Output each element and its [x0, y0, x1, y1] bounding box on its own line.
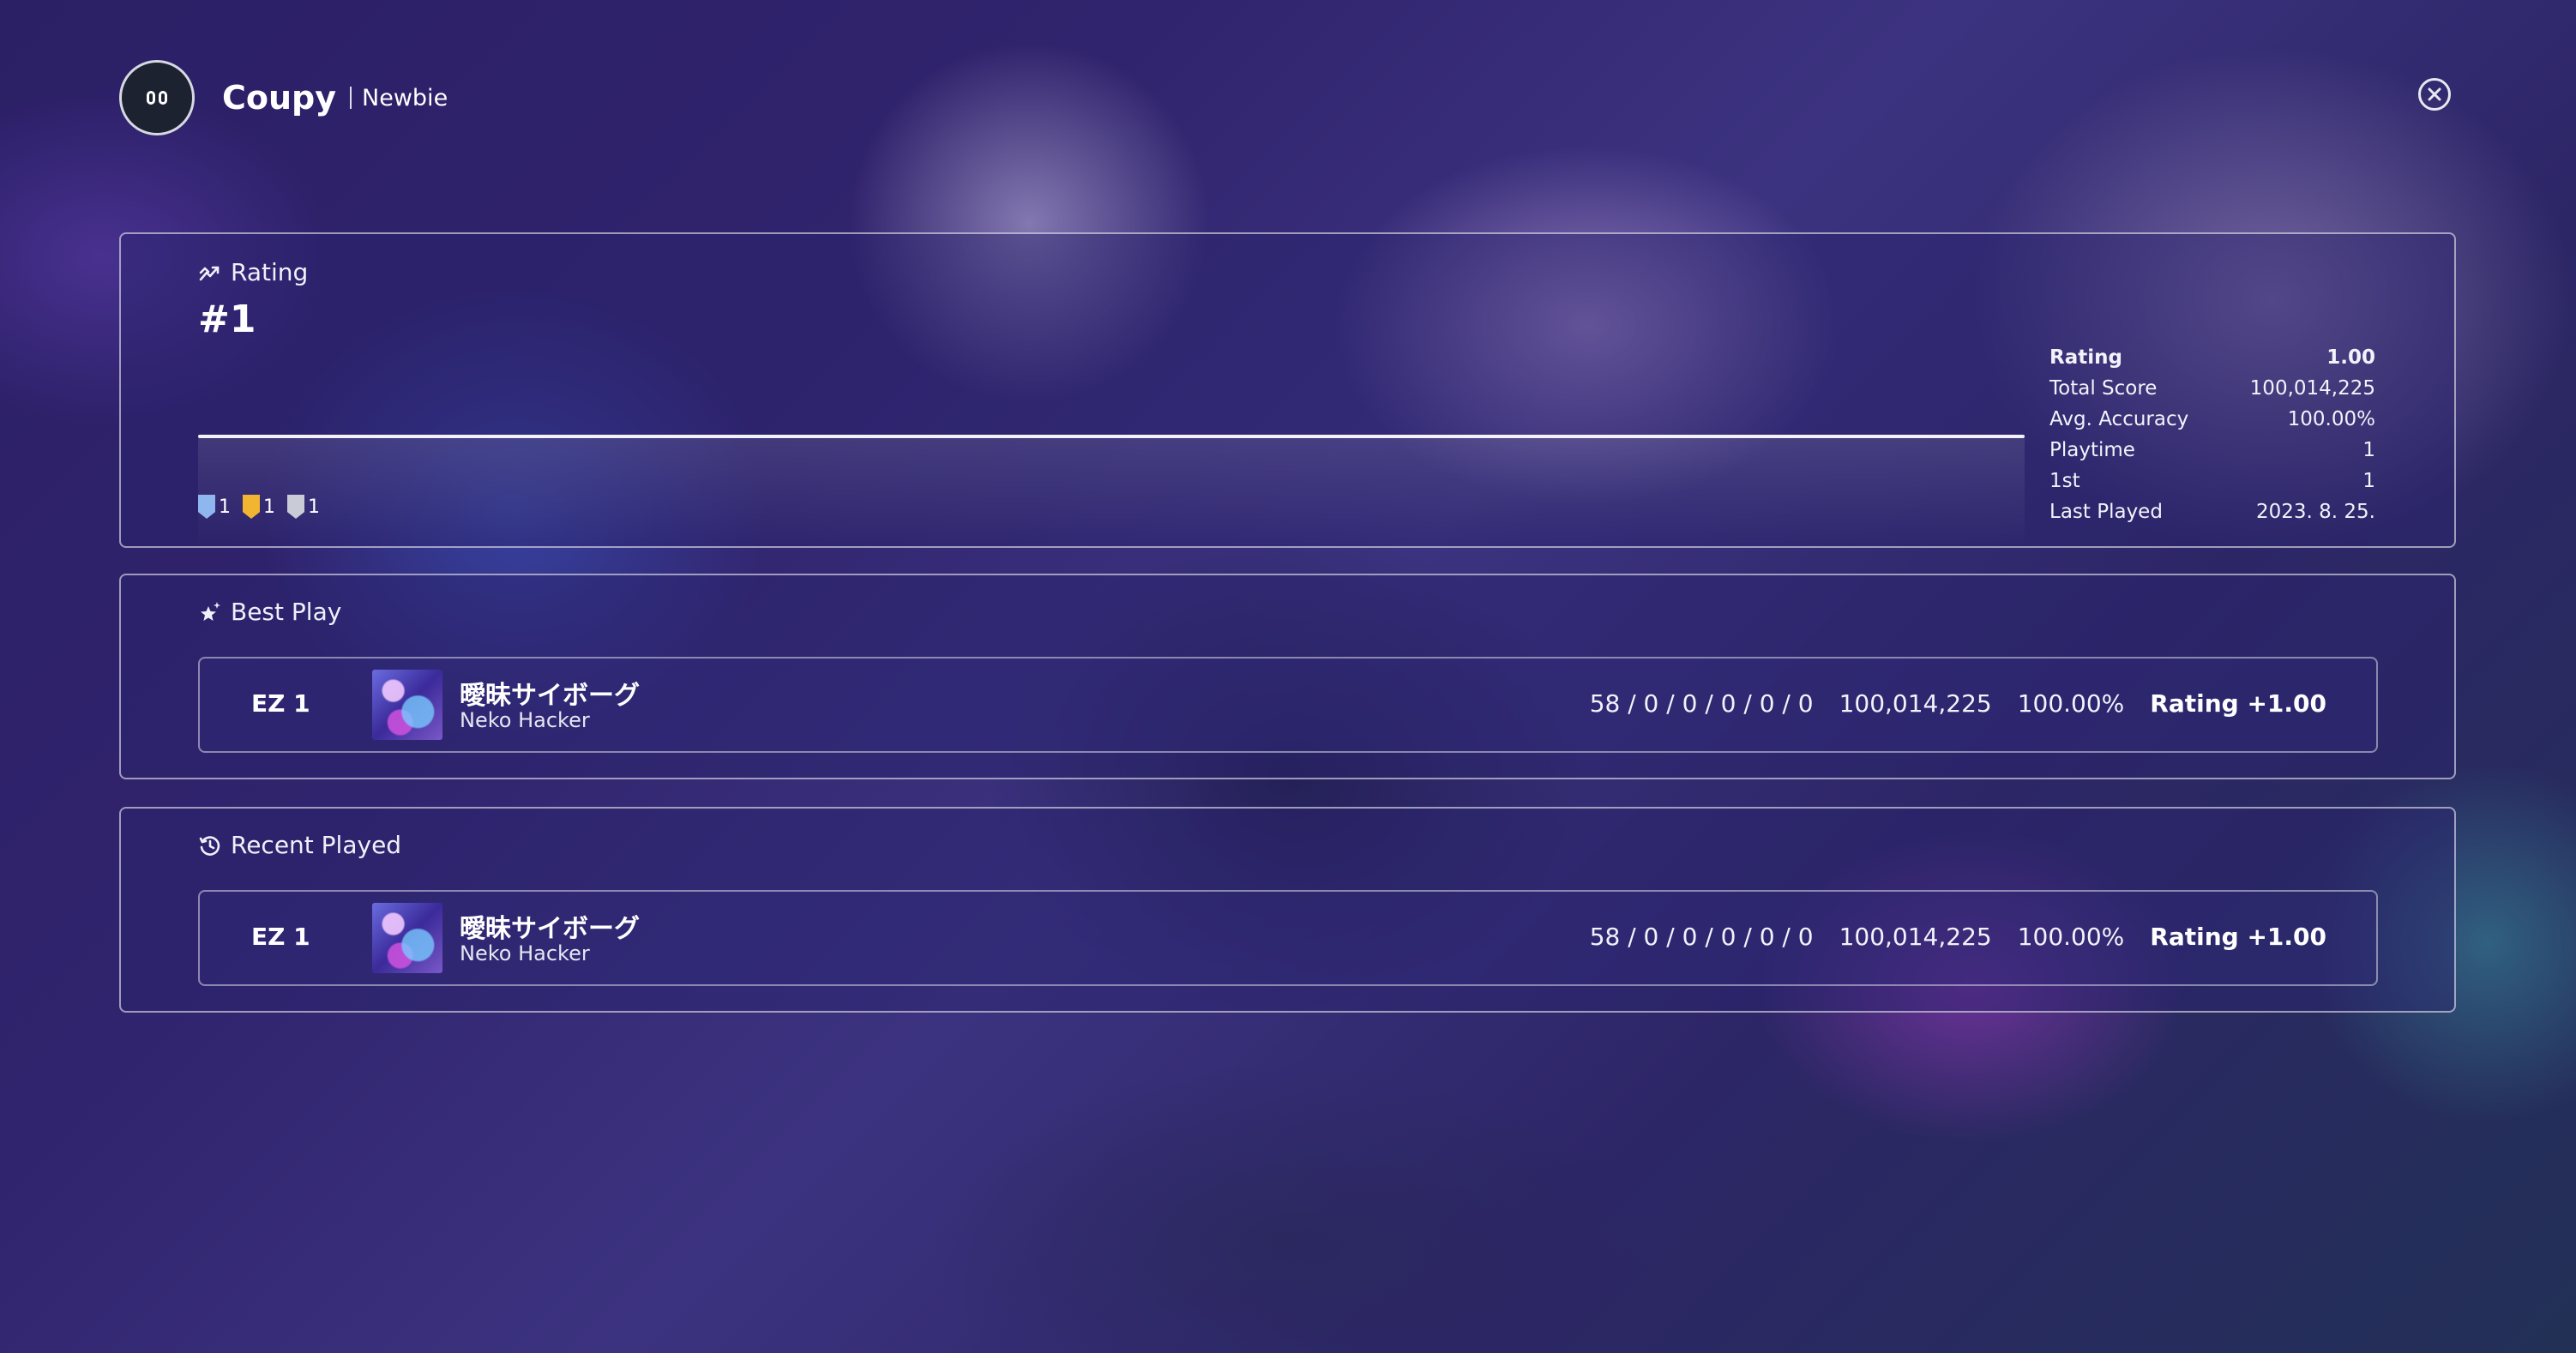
- medal-count: 1: [263, 496, 275, 518]
- stat-value: 1: [2362, 439, 2375, 461]
- stat-value: 2023. 8. 25.: [2256, 501, 2375, 523]
- trending-icon: [199, 266, 220, 280]
- play-rating: Rating +1.00: [2150, 689, 2326, 718]
- rating-chart-line: [198, 435, 2025, 438]
- song-jacket: [372, 670, 442, 740]
- best-play-row[interactable]: EZ 1 曖昧サイボーグ Neko Hacker 58 / 0 / 0 / 0 …: [198, 657, 2378, 753]
- stat-value: 1.00: [2326, 346, 2375, 369]
- gold-medal-icon: [243, 495, 260, 519]
- avatar-face-icon: [147, 91, 167, 105]
- rating-panel-title: Rating: [198, 258, 308, 286]
- close-icon: [2428, 87, 2441, 101]
- rating-chart-area: [198, 438, 2025, 546]
- medal-gold: 1: [243, 495, 275, 519]
- stat-row-playtime: Playtime 1: [2049, 435, 2375, 466]
- user-title: Newbie: [362, 84, 448, 111]
- medal-blue: 1: [198, 495, 231, 519]
- stat-value: 1: [2362, 470, 2375, 492]
- song-title: 曖昧サイボーグ: [460, 914, 640, 944]
- recent-played-title: Recent Played: [198, 831, 401, 859]
- medal-count: 1: [308, 496, 320, 518]
- stat-row-rating: Rating 1.00: [2049, 342, 2375, 373]
- medal-counts: 1 1 1: [198, 495, 320, 519]
- stat-label: Avg. Accuracy: [2049, 408, 2189, 430]
- judgement-counts: 58 / 0 / 0 / 0 / 0 / 0: [1589, 923, 1814, 951]
- stat-label: 1st: [2049, 470, 2080, 492]
- play-rating: Rating +1.00: [2150, 923, 2326, 951]
- stat-row-total-score: Total Score 100,014,225: [2049, 373, 2375, 404]
- rank-value: #1: [198, 298, 256, 341]
- sparkle-star-icon: [201, 601, 220, 621]
- medal-silver: 1: [287, 495, 320, 519]
- difficulty-label: EZ 1: [251, 689, 310, 718]
- close-button[interactable]: [2418, 78, 2451, 111]
- play-score: 100,014,225: [1839, 689, 1992, 718]
- history-clock-icon: [199, 835, 220, 856]
- stat-row-first: 1st 1: [2049, 466, 2375, 496]
- play-score: 100,014,225: [1839, 923, 1992, 951]
- play-accuracy: 100.00%: [2017, 923, 2125, 951]
- song-title: 曖昧サイボーグ: [460, 681, 640, 711]
- stat-label: Last Played: [2049, 501, 2163, 523]
- recent-played-panel: Recent Played EZ 1 曖昧サイボーグ Neko Hacker 5…: [119, 807, 2456, 1013]
- medal-count: 1: [219, 496, 231, 518]
- song-artist: Neko Hacker: [460, 708, 590, 732]
- judgement-counts: 58 / 0 / 0 / 0 / 0 / 0: [1589, 689, 1814, 718]
- stat-row-last-played: Last Played 2023. 8. 25.: [2049, 496, 2375, 527]
- title-divider: [350, 87, 352, 109]
- stat-row-avg-accuracy: Avg. Accuracy 100.00%: [2049, 404, 2375, 435]
- stat-value: 100.00%: [2287, 408, 2375, 430]
- rating-title-label: Rating: [231, 258, 309, 286]
- stat-label: Rating: [2049, 346, 2122, 369]
- stat-label: Total Score: [2049, 377, 2158, 400]
- avatar[interactable]: [119, 60, 195, 135]
- best-play-panel: Best Play EZ 1 曖昧サイボーグ Neko Hacker 58 / …: [119, 574, 2456, 779]
- play-accuracy: 100.00%: [2017, 689, 2125, 718]
- silver-medal-icon: [287, 495, 304, 519]
- recent-played-label: Recent Played: [231, 831, 402, 859]
- difficulty-label: EZ 1: [251, 923, 310, 951]
- song-artist: Neko Hacker: [460, 941, 590, 965]
- username: Coupy: [222, 79, 337, 117]
- best-play-label: Best Play: [231, 598, 342, 626]
- stat-value: 100,014,225: [2249, 377, 2375, 400]
- blue-medal-icon: [198, 495, 215, 519]
- best-play-title: Best Play: [198, 598, 341, 626]
- rating-stats: Rating 1.00 Total Score 100,014,225 Avg.…: [2049, 342, 2375, 527]
- play-stats: 58 / 0 / 0 / 0 / 0 / 0 100,014,225 100.0…: [1564, 923, 2326, 951]
- stat-label: Playtime: [2049, 439, 2135, 461]
- song-jacket: [372, 903, 442, 973]
- play-stats: 58 / 0 / 0 / 0 / 0 / 0 100,014,225 100.0…: [1564, 689, 2326, 718]
- rating-panel: Rating #1 1 1 1 Rating 1.00 Total Score …: [119, 232, 2456, 548]
- profile-header: Coupy Newbie: [119, 60, 448, 135]
- recent-play-row[interactable]: EZ 1 曖昧サイボーグ Neko Hacker 58 / 0 / 0 / 0 …: [198, 890, 2378, 986]
